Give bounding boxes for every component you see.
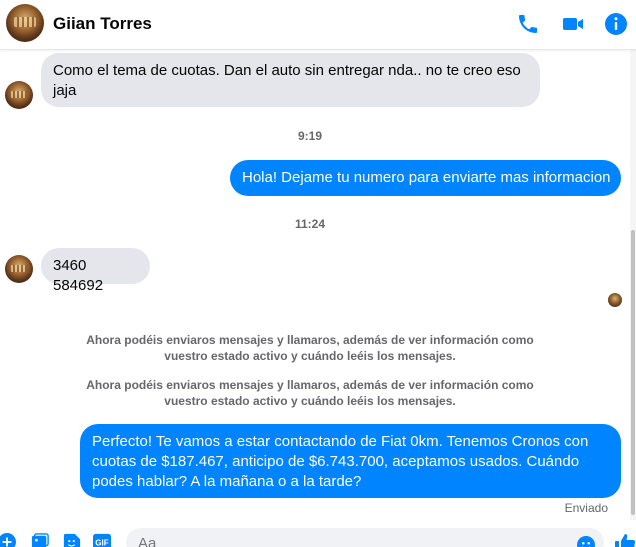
sender-avatar[interactable] (5, 255, 33, 283)
message-text-line: podes hablar? A la mañana o a la tarde? (92, 473, 362, 490)
gif-label: GIF (95, 539, 109, 547)
timestamp: 9:19 (297, 129, 323, 143)
system-message-line: vuestro estado activo y cuándo leéis los… (164, 349, 456, 363)
system-message: Ahora podéis enviaros mensajes y llamaro… (80, 377, 540, 409)
system-message-line: Ahora podéis enviaros mensajes y llamaro… (86, 378, 534, 392)
message-status: Enviado (564, 501, 608, 515)
outgoing-message[interactable]: Perfecto! Te vamos a estar contactando d… (80, 424, 621, 498)
sender-avatar[interactable] (5, 81, 33, 109)
incoming-message[interactable]: 3460 584692 (41, 248, 150, 294)
system-message: Ahora podéis enviaros mensajes y llamaro… (80, 332, 540, 364)
info-icon[interactable] (604, 12, 628, 36)
phone-icon[interactable] (516, 12, 540, 36)
emoji-icon[interactable] (577, 536, 595, 547)
timestamp: 11:24 (294, 217, 326, 231)
like-icon[interactable] (614, 533, 636, 547)
photo-icon[interactable] (31, 533, 49, 547)
contact-name[interactable]: Giian Torres (53, 14, 152, 34)
video-camera-icon[interactable] (561, 12, 585, 36)
outgoing-message[interactable]: Hola! Dejame tu numero para enviarte mas… (230, 160, 621, 196)
system-message-line: vuestro estado activo y cuándo leéis los… (164, 394, 456, 408)
message-composer: GIF (0, 524, 636, 547)
plus-icon[interactable] (0, 533, 16, 547)
message-text-line: Como el tema de cuotas. Dan el auto sin … (53, 62, 521, 79)
message-text-line: Perfecto! Te vamos a estar contactando d… (92, 433, 589, 450)
conversation-header: Giian Torres (0, 0, 636, 50)
sticker-icon[interactable] (63, 533, 81, 547)
scrollbar-thumb[interactable] (631, 230, 635, 515)
message-thread[interactable]: Como el tema de cuotas. Dan el auto sin … (0, 50, 630, 520)
message-text-line: cuotas de $187.467, anticipo de $6.743.7… (92, 453, 580, 470)
system-message-line: Ahora podéis enviaros mensajes y llamaro… (86, 333, 534, 347)
incoming-message[interactable]: Como el tema de cuotas. Dan el auto sin … (41, 53, 540, 107)
read-receipt-avatar (608, 293, 622, 307)
contact-avatar[interactable] (6, 4, 44, 42)
message-text-line: jaja (53, 82, 77, 99)
gif-icon[interactable]: GIF (93, 533, 111, 547)
message-input[interactable] (126, 528, 604, 547)
